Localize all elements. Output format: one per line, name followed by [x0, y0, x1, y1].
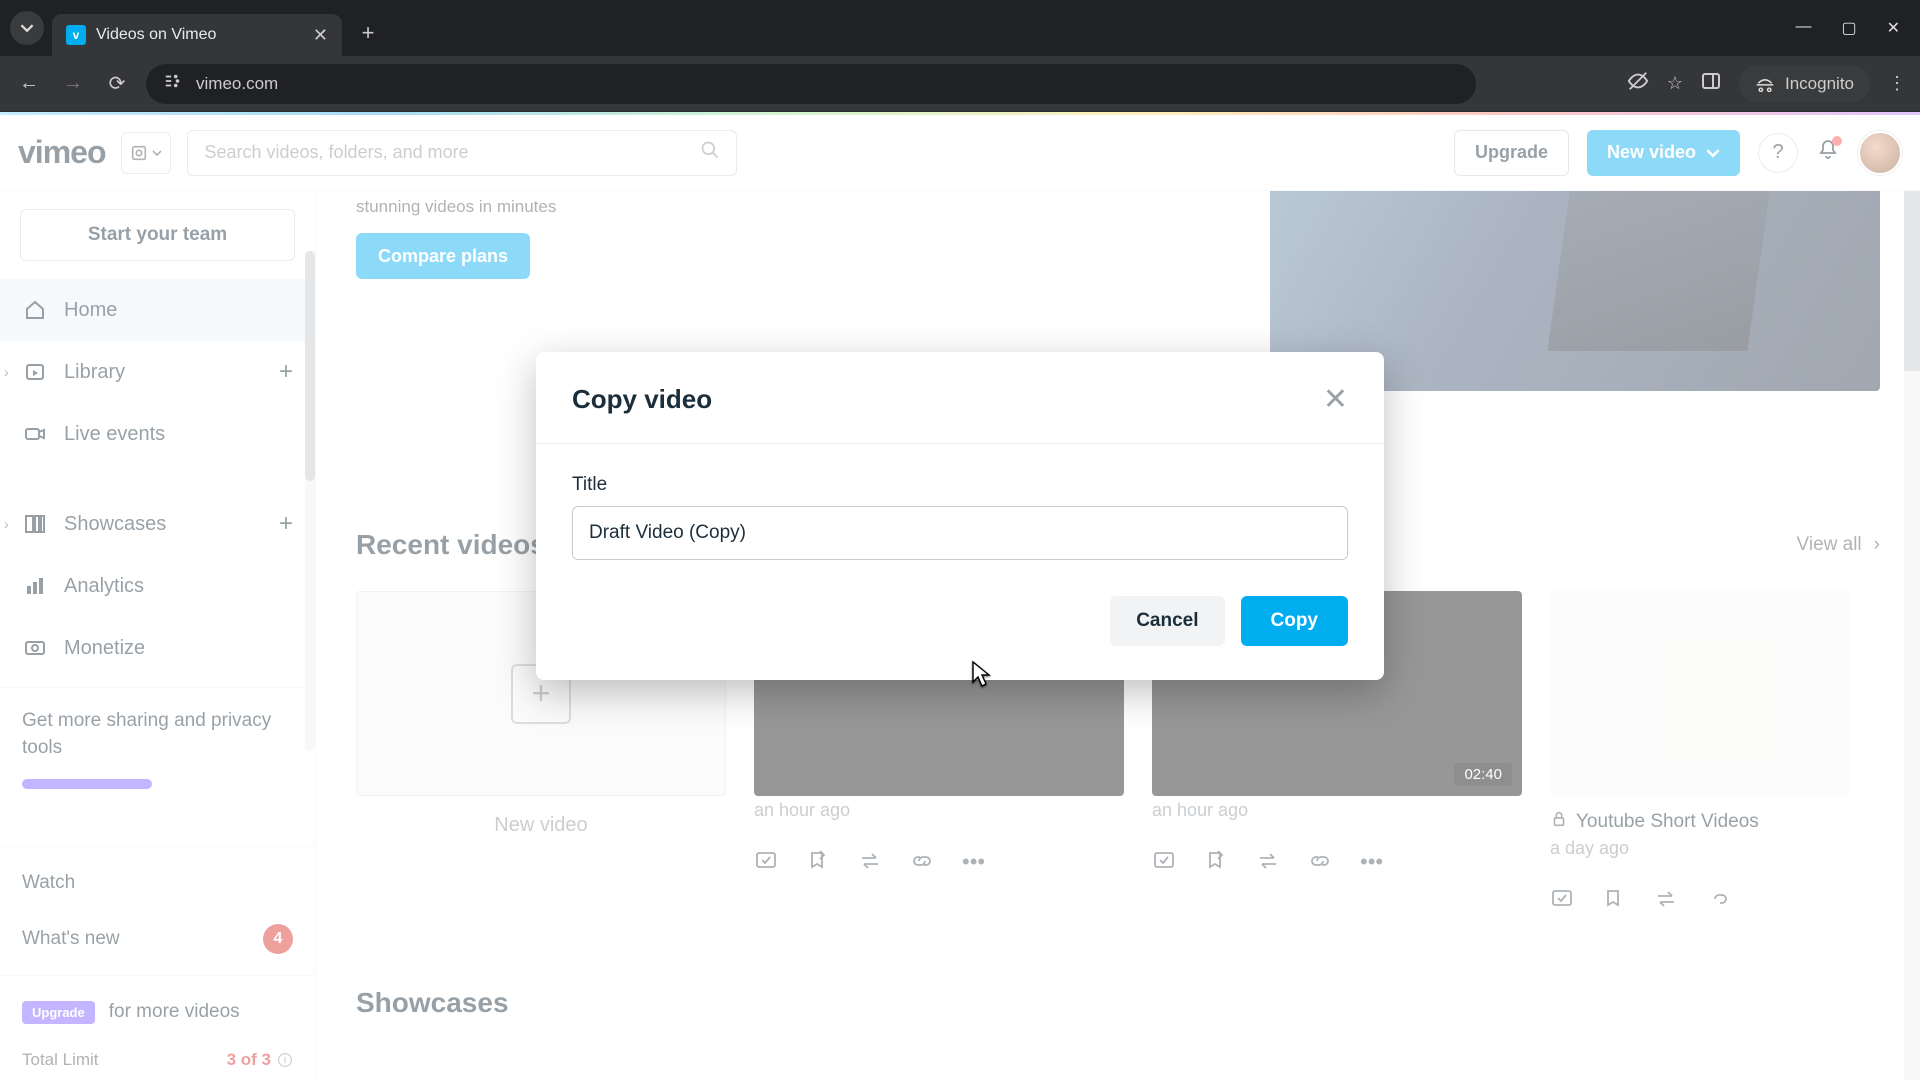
side-panel-icon[interactable]	[1701, 71, 1721, 96]
title-input[interactable]	[572, 506, 1348, 560]
new-tab-button[interactable]: +	[350, 15, 386, 51]
window-controls: — ▢ ✕	[1795, 18, 1910, 38]
tab-search-button[interactable]	[10, 11, 44, 45]
address-bar: ← → ⟳ vimeo.com ☆ Incognito ⋮	[0, 56, 1920, 112]
url-field[interactable]: vimeo.com	[146, 64, 1476, 104]
title-field-label: Title	[572, 474, 1348, 496]
browser-tab[interactable]: v Videos on Vimeo ✕	[52, 14, 342, 56]
copy-video-dialog: Copy video ✕ Title Cancel Copy	[536, 352, 1384, 680]
close-tab-icon[interactable]: ✕	[313, 25, 328, 46]
forward-button: →	[58, 69, 88, 99]
back-button[interactable]: ←	[14, 69, 44, 99]
copy-button[interactable]: Copy	[1241, 596, 1349, 646]
url-text: vimeo.com	[196, 74, 278, 94]
maximize-icon[interactable]: ▢	[1841, 18, 1856, 38]
browser-tab-strip: v Videos on Vimeo ✕ + — ▢ ✕	[0, 0, 1920, 56]
tab-title: Videos on Vimeo	[96, 26, 216, 44]
incognito-chip[interactable]: Incognito	[1739, 65, 1870, 103]
minimize-icon[interactable]: —	[1795, 18, 1811, 38]
site-settings-icon[interactable]	[164, 72, 182, 95]
cancel-button[interactable]: Cancel	[1110, 596, 1224, 646]
dialog-title: Copy video	[572, 384, 712, 415]
modal-overlay: Copy video ✕ Title Cancel Copy	[0, 112, 1920, 1080]
bookmark-icon[interactable]: ☆	[1667, 73, 1683, 94]
vimeo-favicon: v	[66, 25, 86, 45]
dialog-close-icon[interactable]: ✕	[1323, 382, 1348, 417]
incognito-label: Incognito	[1785, 74, 1854, 94]
browser-menu-icon[interactable]: ⋮	[1888, 73, 1906, 94]
reload-button[interactable]: ⟳	[102, 69, 132, 99]
app-viewport: vimeo Search videos, folders, and more U…	[0, 112, 1920, 1080]
tracking-icon[interactable]	[1627, 70, 1649, 97]
close-window-icon[interactable]: ✕	[1887, 18, 1900, 38]
